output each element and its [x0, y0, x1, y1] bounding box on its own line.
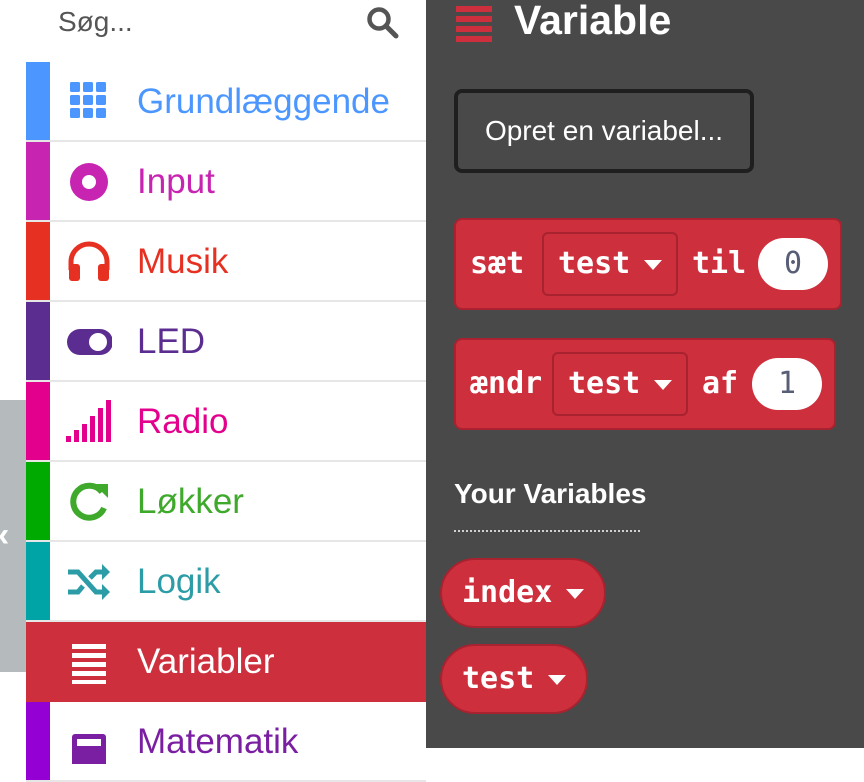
caret-down-icon [654, 379, 673, 390]
caret-down-icon [566, 588, 585, 599]
category-color-stripe [26, 542, 50, 620]
category-color-stripe [26, 702, 50, 780]
value-input[interactable]: 0 [758, 238, 828, 290]
divider [454, 530, 640, 532]
search-icon[interactable] [366, 6, 400, 40]
collapse-toolbox-handle[interactable]: ‹ [0, 400, 26, 672]
category-color-stripe [26, 222, 50, 300]
change-keyword: ændr [470, 366, 543, 401]
category-color-stripe [26, 382, 50, 460]
variables-flyout: Variable Opret en variabel... sæt test t… [426, 0, 864, 748]
variable-reporter-test[interactable]: test [440, 644, 588, 714]
search-input[interactable]: Søg... [58, 6, 133, 38]
caret-down-icon [644, 259, 663, 270]
change-variable-block[interactable]: ændr test af 1 [454, 338, 836, 430]
category-label: Musik [137, 242, 229, 281]
category-variabler[interactable]: Variabler [26, 622, 426, 702]
category-grundlaeggende[interactable]: Grundlæggende [26, 62, 426, 142]
dropdown-value: test [558, 246, 631, 281]
category-label: Variabler [137, 642, 275, 681]
category-radio[interactable]: Radio [26, 382, 426, 462]
variable-dropdown[interactable]: test [542, 232, 678, 296]
category-color-stripe [26, 462, 50, 540]
grid-icon [70, 82, 106, 118]
value-input[interactable]: 1 [752, 358, 822, 410]
category-label: Grundlæggende [137, 82, 390, 121]
caret-down-icon [548, 674, 567, 685]
chevron-left-icon: ‹ [0, 518, 9, 552]
shuffle-icon [68, 564, 110, 600]
by-keyword: af [702, 366, 739, 401]
category-logik[interactable]: Logik [26, 542, 426, 622]
list-lines-icon [456, 6, 492, 42]
variable-name: index [462, 575, 553, 610]
variable-reporter-index[interactable]: index [440, 558, 606, 628]
dropdown-value: test [568, 366, 641, 401]
set-keyword: sæt [470, 246, 525, 281]
variable-name: test [462, 661, 535, 696]
left-gutter [0, 0, 26, 400]
toggle-icon [67, 329, 112, 355]
category-label: Input [137, 162, 215, 201]
variable-dropdown[interactable]: test [552, 352, 688, 416]
category-color-stripe [26, 62, 50, 140]
category-label: Logik [137, 562, 221, 601]
category-color-stripe [26, 142, 50, 220]
headphones-icon [68, 241, 110, 281]
signal-bars-icon [66, 400, 111, 442]
category-color-stripe [26, 622, 50, 702]
category-matematik[interactable]: Matematik [26, 702, 426, 782]
your-variables-heading: Your Variables [454, 478, 647, 509]
category-input[interactable]: Input [26, 142, 426, 222]
flyout-title: Variable [514, 0, 672, 43]
category-loekker[interactable]: Løkker [26, 462, 426, 542]
category-label: Matematik [137, 722, 299, 761]
category-color-stripe [26, 302, 50, 380]
set-variable-block[interactable]: sæt test til 0 [454, 218, 842, 310]
category-label: LED [137, 322, 206, 361]
refresh-icon [70, 482, 108, 521]
list-lines-icon [72, 644, 106, 684]
toolbox: Søg... Grundlæggende Input Musik LED Rad… [26, 0, 426, 782]
category-led[interactable]: LED [26, 302, 426, 382]
category-musik[interactable]: Musik [26, 222, 426, 302]
category-label: Radio [137, 402, 229, 441]
radio-button-icon [70, 163, 108, 201]
category-label: Løkker [137, 482, 244, 521]
create-variable-button[interactable]: Opret en variabel... [454, 89, 754, 173]
calculator-icon [72, 734, 106, 764]
to-keyword: til [692, 246, 747, 281]
search-box[interactable]: Søg... [26, 0, 426, 60]
